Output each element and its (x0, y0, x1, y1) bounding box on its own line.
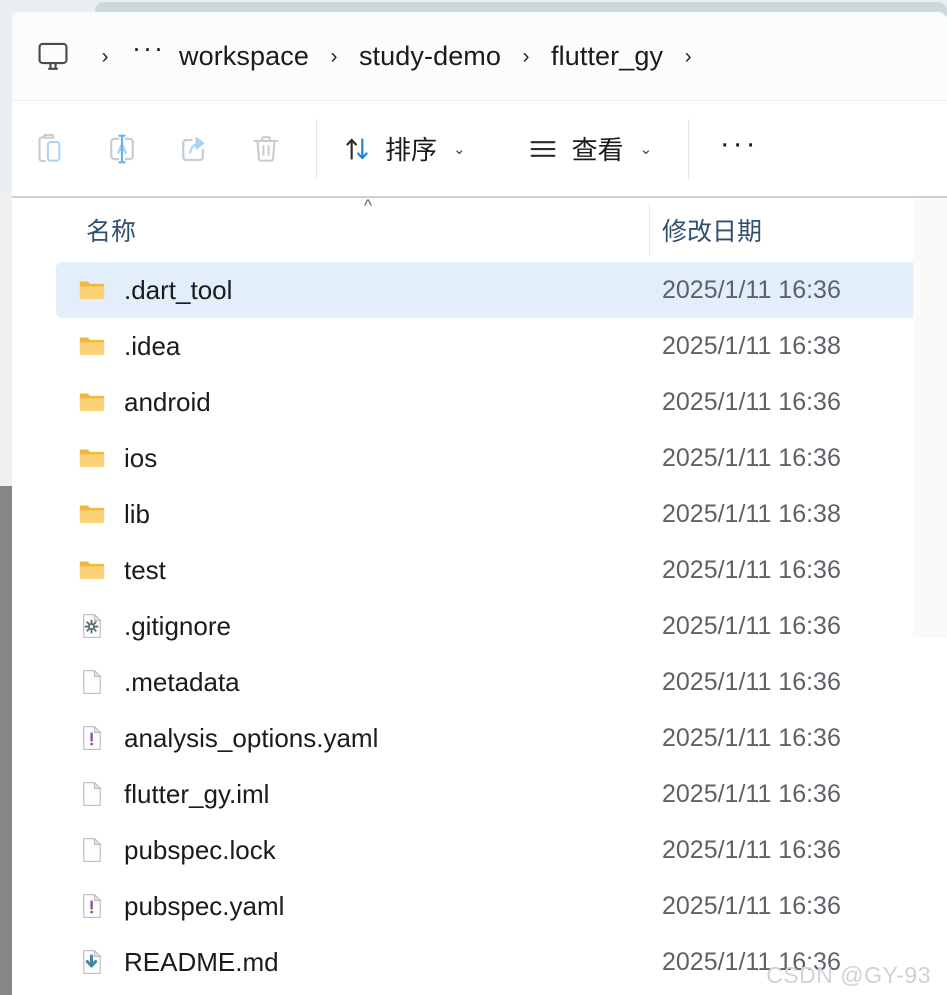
monitor-icon[interactable] (30, 33, 76, 79)
blank-file-icon (70, 779, 114, 809)
view-list-icon (526, 132, 560, 166)
file-date-modified: 2025/1/11 16:36 (662, 723, 841, 752)
blank-file-icon (70, 835, 114, 865)
sort-label: 排序 (385, 135, 438, 165)
file-row[interactable]: pubspec.lock 2025/1/11 16:36 (56, 822, 920, 878)
address-bar: › ··· workspace › study-demo › flutter_g… (12, 12, 947, 100)
file-row[interactable]: test 2025/1/11 16:36 (56, 542, 920, 598)
chevron-down-icon: ⌄ (639, 140, 653, 158)
watermark: CSDN @GY-93 (766, 962, 931, 988)
file-date-modified: 2025/1/11 16:36 (662, 779, 841, 808)
folder-icon (70, 331, 114, 361)
file-date-modified: 2025/1/11 16:36 (662, 611, 841, 640)
file-row[interactable]: analysis_options.yaml 2025/1/11 16:36 (56, 710, 920, 766)
file-date-modified: 2025/1/11 16:38 (662, 499, 841, 528)
rename-button[interactable] (86, 118, 158, 180)
folder-icon (70, 499, 114, 529)
file-row[interactable]: android 2025/1/11 16:36 (56, 374, 920, 430)
more-options-button[interactable]: ··· (703, 118, 775, 180)
file-row[interactable]: .gitignore 2025/1/11 16:36 (56, 598, 920, 654)
paste-button[interactable] (14, 118, 86, 180)
breadcrumb-item-flutter-gy[interactable]: flutter_gy (547, 39, 667, 74)
file-row[interactable]: lib 2025/1/11 16:38 (56, 486, 920, 542)
gear-file-icon (70, 611, 114, 641)
file-row[interactable]: .metadata 2025/1/11 16:36 (56, 654, 920, 710)
yaml-file-icon (70, 723, 114, 753)
file-row[interactable]: flutter_gy.iml 2025/1/11 16:36 (56, 766, 920, 822)
breadcrumb-separator-0: › (101, 44, 109, 68)
folder-icon (70, 443, 114, 473)
blank-file-icon (70, 667, 114, 697)
view-button[interactable]: 查看 ⌄ (516, 118, 663, 180)
column-header-date[interactable]: 修改日期 (650, 198, 910, 262)
file-row[interactable]: .dart_tool 2025/1/11 16:36 (56, 262, 920, 318)
breadcrumb-separator-2: › (522, 44, 530, 68)
breadcrumb-separator-3: › (684, 44, 692, 68)
scrollbar-thumb[interactable] (0, 486, 12, 995)
toolbar-divider-2 (688, 118, 690, 179)
view-label: 查看 (571, 135, 624, 165)
sort-button[interactable]: 排序 ⌄ (331, 118, 476, 180)
ellipsis-icon: ··· (719, 126, 759, 160)
file-date-modified: 2025/1/11 16:38 (662, 331, 841, 360)
chevron-down-icon: ⌄ (453, 140, 466, 158)
file-date-modified: 2025/1/11 16:36 (662, 555, 841, 584)
file-date-modified: 2025/1/11 16:36 (662, 667, 841, 696)
column-header-row: ^ 名称 修改日期 (12, 198, 947, 262)
file-rows: .dart_tool 2025/1/11 16:36 .idea 2025/1/11 … (12, 262, 947, 990)
toolbar-divider-1 (316, 118, 317, 179)
breadcrumb: › ··· workspace › study-demo › flutter_g… (30, 33, 709, 79)
file-row[interactable]: ios 2025/1/11 16:36 (56, 430, 920, 486)
folder-icon (70, 387, 114, 417)
folder-icon (70, 275, 114, 305)
share-button[interactable] (158, 118, 230, 180)
column-header-name[interactable]: 名称 (86, 198, 650, 262)
breadcrumb-item-study-demo[interactable]: study-demo (355, 39, 505, 74)
vertical-scrollbar-left[interactable] (0, 198, 12, 995)
breadcrumb-overflow[interactable]: ··· (126, 35, 175, 70)
file-row[interactable]: .idea 2025/1/11 16:38 (56, 318, 920, 374)
vertical-scrollbar-right[interactable] (913, 198, 947, 638)
delete-button[interactable] (230, 118, 302, 180)
file-date-modified: 2025/1/11 16:36 (662, 387, 841, 416)
file-date-modified: 2025/1/11 16:36 (662, 835, 841, 864)
breadcrumb-item-workspace[interactable]: workspace (175, 39, 313, 74)
yaml-file-icon (70, 891, 114, 921)
markdown-file-icon (70, 947, 114, 977)
file-list-panel: ^ 名称 修改日期 .dart_tool 2025/1/11 16:36 .idea… (12, 196, 947, 995)
breadcrumb-separator-1: › (330, 44, 338, 68)
file-explorer-window: › ··· workspace › study-demo › flutter_g… (0, 0, 947, 995)
file-row[interactable]: pubspec.yaml 2025/1/11 16:36 (56, 878, 920, 934)
command-bar: 排序 ⌄ 查看 ⌄ ··· (12, 100, 947, 196)
file-date-modified: 2025/1/11 16:36 (662, 275, 841, 304)
file-date-modified: 2025/1/11 16:36 (662, 891, 841, 920)
sort-icon (341, 133, 373, 165)
tab-strip (0, 0, 947, 16)
file-date-modified: 2025/1/11 16:36 (662, 443, 841, 472)
folder-icon (70, 555, 114, 585)
